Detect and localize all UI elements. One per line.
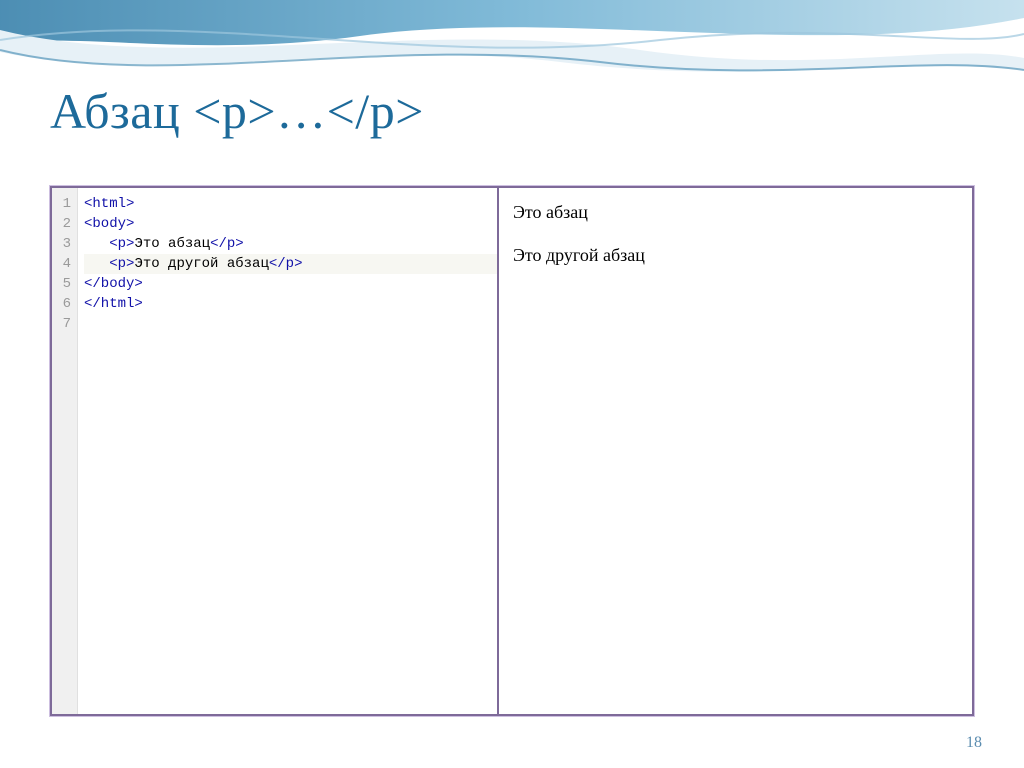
code-text: Это абзац <box>134 236 210 252</box>
line-number: 7 <box>52 314 77 334</box>
preview-paragraph-2: Это другой абзац <box>513 245 958 266</box>
preview-pane: Это абзац Это другой абзац <box>499 188 972 714</box>
code-line <box>84 314 497 334</box>
code-tag: <p> <box>109 256 134 272</box>
code-tag: </body> <box>84 276 143 292</box>
line-number: 6 <box>52 294 77 314</box>
code-line: <body> <box>84 214 497 234</box>
code-tag: <body> <box>84 216 134 232</box>
decorative-wave <box>0 0 1024 90</box>
code-tag: </p> <box>210 236 244 252</box>
code-line: <p>Это абзац</p> <box>84 234 497 254</box>
line-number: 5 <box>52 274 77 294</box>
editor-frame: 1234567 <html><body> <p>Это абзац</p> <p… <box>50 186 974 716</box>
line-number: 1 <box>52 194 77 214</box>
code-line: </html> <box>84 294 497 314</box>
page-number: 18 <box>966 734 982 752</box>
code-tag: </p> <box>269 256 303 272</box>
line-number: 2 <box>52 214 77 234</box>
line-number: 3 <box>52 234 77 254</box>
code-line: <html> <box>84 194 497 214</box>
code-text: Это другой абзац <box>134 256 268 272</box>
line-number-gutter: 1234567 <box>52 188 78 714</box>
code-tag: <html> <box>84 196 134 212</box>
code-line: <p>Это другой абзац</p> <box>84 254 497 274</box>
code-area: <html><body> <p>Это абзац</p> <p>Это дру… <box>78 188 497 714</box>
code-tag: </html> <box>84 296 143 312</box>
code-line: </body> <box>84 274 497 294</box>
preview-paragraph-1: Это абзац <box>513 202 958 223</box>
slide-title: Абзац <p>…</p> <box>50 82 424 140</box>
line-number: 4 <box>52 254 77 274</box>
code-tag: <p> <box>109 236 134 252</box>
code-pane: 1234567 <html><body> <p>Это абзац</p> <p… <box>52 188 499 714</box>
